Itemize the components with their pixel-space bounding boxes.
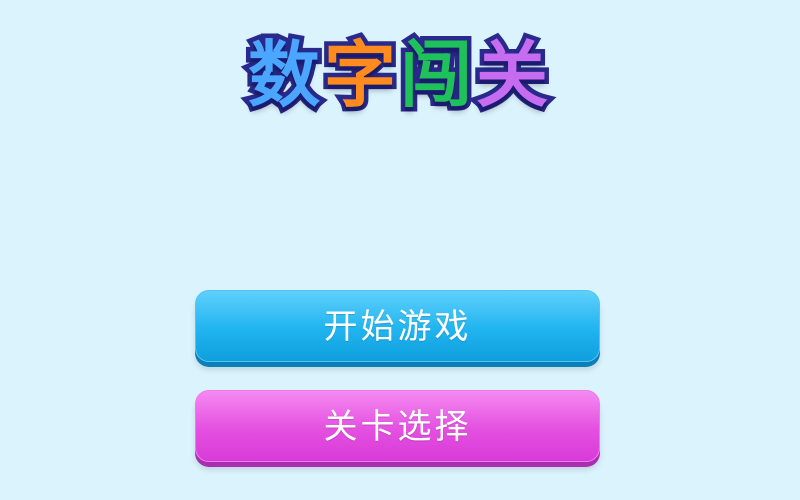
title-char-1: 数 — [243, 29, 324, 122]
start-game-button[interactable]: 开始游戏 — [195, 290, 600, 362]
title-char-4: 关 — [472, 29, 553, 122]
level-select-label: 关卡选择 — [323, 407, 472, 447]
start-game-label: 开始游戏 — [323, 307, 472, 347]
title-char-3: 闯 — [395, 29, 477, 122]
title-char-2: 字 — [319, 29, 400, 122]
level-select-button[interactable]: 关卡选择 — [195, 390, 600, 462]
game-title: 数字闯关 — [0, 29, 800, 122]
